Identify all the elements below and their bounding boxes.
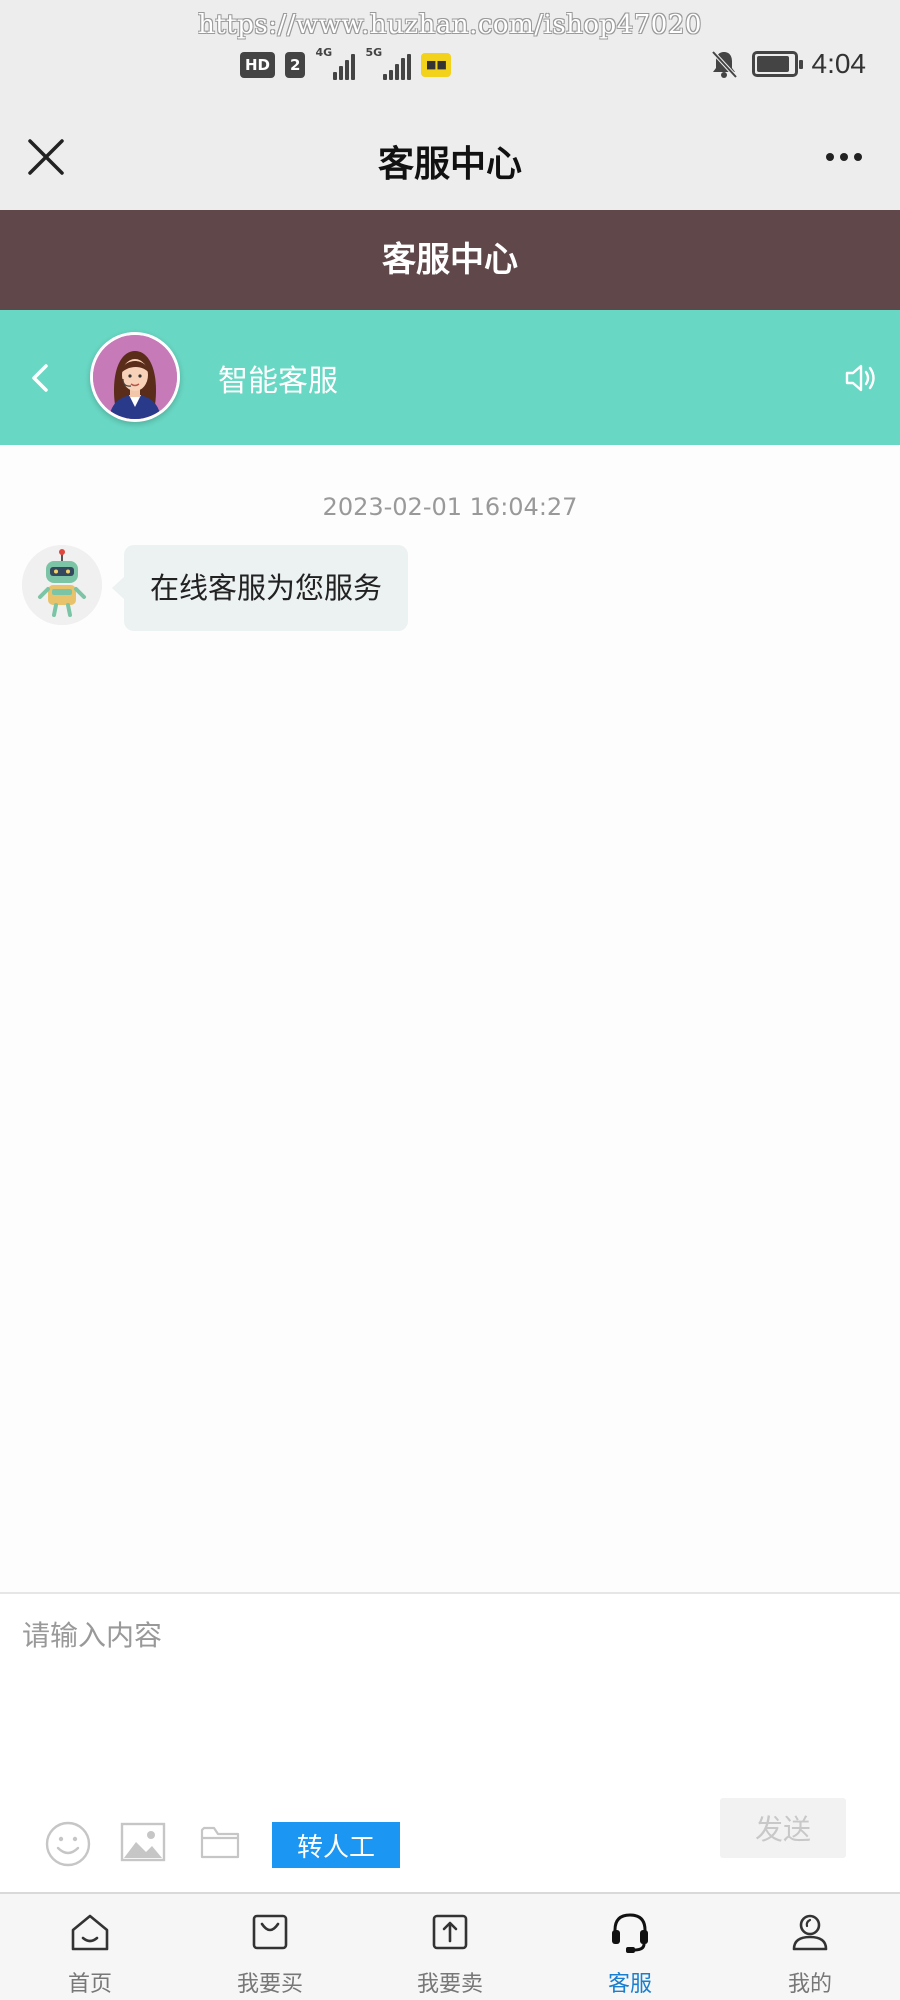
user-icon: [792, 1914, 828, 1951]
nav-title: 客服中心: [377, 144, 522, 185]
signal-4g-icon: 4G: [315, 46, 356, 80]
message-timestamp: 2023-02-01 16:04:27: [322, 493, 578, 521]
robot-icon: [22, 545, 102, 625]
mute-bell-icon: [711, 50, 737, 79]
back-chevron-icon[interactable]: [26, 360, 56, 396]
transfer-to-human-button[interactable]: 转人工: [272, 1822, 400, 1868]
agent-name: 智能客服: [218, 364, 338, 399]
page-header: 客服中心: [0, 210, 900, 310]
hd-badge: HD: [240, 52, 276, 78]
bottom-tab-bar: 首页 我要买 我要卖 客服 我的: [0, 1892, 900, 2000]
sim-badge: 2: [285, 52, 306, 78]
page-title: 客服中心: [382, 240, 518, 280]
message-composer: 转人工 发送: [0, 1592, 900, 1892]
message-input[interactable]: [22, 1614, 878, 1774]
tab-label: 我要买: [236, 1972, 303, 1997]
bot-avatar: [22, 545, 102, 625]
watermark-url: https://www.huzhan.com/ishop47020: [198, 10, 702, 40]
headset-icon: [612, 1913, 648, 1953]
tab-label: 首页: [67, 1972, 112, 1997]
nav-bar: 客服中心: [0, 105, 900, 210]
status-icons-right: 4:04: [710, 48, 867, 80]
emoji-icon[interactable]: [44, 1820, 92, 1868]
folder-icon[interactable]: [200, 1824, 240, 1860]
send-button[interactable]: 发送: [720, 1798, 846, 1858]
app-notification-icon: ■■: [421, 53, 452, 77]
tab-home[interactable]: 首页: [0, 1894, 180, 2000]
speaker-icon[interactable]: [842, 360, 878, 396]
more-options-icon[interactable]: [826, 153, 862, 161]
battery-icon: [751, 51, 803, 77]
chat-messages: 2023-02-01 16:04:27 在线客服为您服务: [0, 445, 900, 1592]
tab-sell[interactable]: 我要卖: [360, 1894, 540, 2000]
signal-5g-icon: 5G: [365, 46, 412, 80]
tab-label: 客服: [607, 1972, 652, 1997]
status-bar: https://www.huzhan.com/ishop47020 HD 2 4…: [0, 0, 900, 105]
bot-message-bubble: 在线客服为您服务: [111, 545, 409, 631]
tab-buy[interactable]: 我要买: [180, 1894, 360, 2000]
agent-avatar-image: [93, 335, 177, 419]
status-icons-left: HD 2 4G 5G ■■: [240, 46, 452, 80]
upload-icon: [432, 1914, 468, 1950]
shopping-bag-icon: [252, 1914, 288, 1950]
clock: 4:04: [811, 48, 867, 79]
tab-label: 我要卖: [416, 1972, 483, 1997]
agent-avatar: [90, 332, 180, 422]
tab-label: 我的: [787, 1972, 832, 1997]
home-icon: [71, 1914, 109, 1951]
tab-profile[interactable]: 我的: [720, 1894, 900, 2000]
image-icon[interactable]: [120, 1822, 166, 1864]
chat-header: 智能客服: [0, 310, 900, 445]
tab-customer-service[interactable]: 客服: [540, 1894, 720, 2000]
